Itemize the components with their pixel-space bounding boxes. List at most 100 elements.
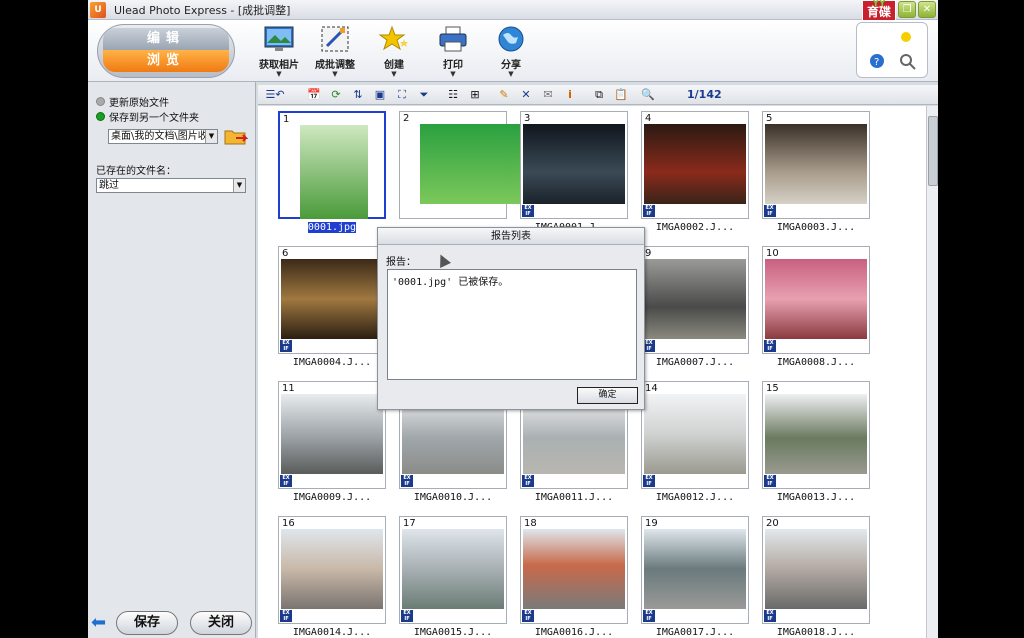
photo-thumbnail[interactable]: 17 EX IF: [399, 516, 507, 624]
close-icon[interactable]: ✕: [918, 1, 936, 18]
update-original-option[interactable]: 更新原始文件: [96, 94, 169, 109]
chevron-down-icon: ▼: [332, 70, 338, 78]
thumbnail-caption[interactable]: IMGA0004.J...: [272, 357, 392, 368]
thumbnail-caption[interactable]: IMGA0002.J...: [635, 222, 755, 233]
scrollbar-thumb[interactable]: [928, 116, 938, 186]
thumbnail-caption[interactable]: 0001.jpg: [272, 222, 392, 233]
photo-thumbnail[interactable]: 16 EX IF: [278, 516, 386, 624]
paste-icon[interactable]: 📋: [613, 88, 629, 102]
get-photos-button[interactable]: 获取相片 ▼: [252, 24, 306, 78]
photo-image: [765, 529, 867, 609]
thumbnail-caption[interactable]: IMGA0012.J...: [635, 492, 755, 503]
radio-selected-icon[interactable]: [96, 112, 105, 121]
thumbnail-caption[interactable]: IMGA0014.J...: [272, 627, 392, 638]
ok-button[interactable]: 确定: [577, 387, 638, 404]
close-button[interactable]: 关闭: [190, 611, 252, 635]
photo-thumbnail[interactable]: 18 EX IF: [520, 516, 628, 624]
delete-icon[interactable]: ✕: [518, 88, 534, 102]
refresh-icon[interactable]: ⟳: [328, 88, 344, 102]
photo-thumbnail[interactable]: 9 EX IF: [641, 246, 749, 354]
photo-image: [281, 529, 383, 609]
fit-icon[interactable]: ⛶: [394, 88, 410, 102]
photo-thumbnail[interactable]: 14 EX IF: [641, 381, 749, 489]
photo-thumbnail[interactable]: 10 EX IF: [762, 246, 870, 354]
thumbnail-caption[interactable]: IMGA0008.J...: [756, 357, 876, 368]
batch-adjust-label: 成批调整: [315, 60, 355, 71]
exif-badge-icon: EX IF: [643, 475, 655, 487]
chevron-down-icon: ▼: [508, 70, 514, 78]
photo-image: [644, 529, 746, 609]
thumbnail-number: 14: [645, 383, 658, 394]
folder-browse-icon[interactable]: [224, 126, 249, 148]
thumbnail-caption[interactable]: IMGA0011.J...: [514, 492, 634, 503]
restore-icon[interactable]: ❐: [898, 1, 916, 18]
exif-badge-icon: EX IF: [764, 205, 776, 217]
thumbnail-number: 4: [645, 113, 652, 124]
back-arrow-icon[interactable]: ⬅: [91, 614, 113, 632]
info-icon[interactable]: i: [562, 88, 578, 102]
thumbnail-caption-text: IMGA0010.J...: [413, 492, 493, 503]
star-icon: [378, 24, 410, 54]
photo-image: [644, 259, 746, 339]
photo-thumbnail[interactable]: 20 EX IF: [762, 516, 870, 624]
thumbnail-caption[interactable]: IMGA0018.J...: [756, 627, 876, 638]
mail-icon[interactable]: ✉: [540, 88, 556, 102]
app-icon[interactable]: U: [90, 1, 106, 18]
grid-view-icon[interactable]: ⊞: [467, 88, 483, 102]
thumbnail-number: 20: [766, 518, 779, 529]
photo-image: [402, 529, 504, 609]
filter-icon[interactable]: ⏷: [416, 88, 432, 102]
list-view-icon[interactable]: ☷: [445, 88, 461, 102]
thumbnail-caption[interactable]: IMGA0013.J...: [756, 492, 876, 503]
calendar-icon[interactable]: 📅: [306, 88, 322, 102]
photo-thumbnail[interactable]: 3 EX IF: [520, 111, 628, 219]
chevron-down-icon[interactable]: ▼: [233, 179, 245, 192]
photo-thumbnail[interactable]: 11 EX IF: [278, 381, 386, 489]
report-textarea[interactable]: '0001.jpg' 已被保存。: [387, 269, 637, 380]
thumbnail-caption[interactable]: IMGA0003.J...: [756, 222, 876, 233]
chevron-down-icon: ▼: [276, 70, 282, 78]
sort-icon[interactable]: ⇅: [350, 88, 366, 102]
existing-filename-select[interactable]: 跳过 ▼: [96, 178, 246, 193]
thumbnail-caption[interactable]: IMGA0009.J...: [272, 492, 392, 503]
save-button[interactable]: 保存: [116, 611, 178, 635]
radio-unselected-icon[interactable]: [96, 97, 105, 106]
thumbnail-caption-text: IMGA0016.J...: [534, 627, 614, 638]
create-button[interactable]: 创建 ▼: [367, 24, 421, 78]
print-button[interactable]: 打印 ▼: [426, 24, 480, 78]
photo-thumbnail[interactable]: 15 EX IF: [762, 381, 870, 489]
thumbnail-caption-text: IMGA0013.J...: [776, 492, 856, 503]
photo-thumbnail[interactable]: 5 EX IF: [762, 111, 870, 219]
copy-icon[interactable]: ⧉: [591, 88, 607, 102]
photo-thumbnail[interactable]: 2: [399, 111, 522, 219]
pencil-icon[interactable]: ✎: [496, 88, 512, 102]
zoom-view-icon[interactable]: 🔍: [640, 88, 656, 102]
select-all-icon[interactable]: ☰↶: [261, 88, 289, 102]
photo-image: [300, 125, 368, 219]
save-to-folder-option[interactable]: 保存到另一个文件夹: [96, 109, 199, 124]
main-toolbar: 编辑 浏览 获取相片 ▼ 成批调整 ▼ 创建 ▼ 打印 ▼ 分享 ▼ ?: [88, 20, 938, 82]
share-button[interactable]: 分享 ▼: [484, 24, 538, 78]
thumbnail-caption[interactable]: IMGA0007.J...: [635, 357, 755, 368]
batch-adjust-button[interactable]: 成批调整 ▼: [308, 24, 362, 78]
thumbnail-caption[interactable]: IMGA0015.J...: [393, 627, 513, 638]
mode-edit-button[interactable]: 编辑: [103, 28, 229, 50]
thumbnail-caption-text: IMGA0008.J...: [776, 357, 856, 368]
thumbnail-size-icon[interactable]: ▣: [372, 88, 388, 102]
mode-browse-button[interactable]: 浏览: [103, 50, 229, 72]
vertical-scrollbar[interactable]: [926, 106, 938, 638]
save-to-folder-label: 保存到另一个文件夹: [109, 113, 199, 124]
photo-image: [644, 394, 746, 474]
photo-thumbnail[interactable]: 6 EX IF: [278, 246, 386, 354]
photo-image: [420, 124, 522, 204]
folder-path-select[interactable]: 桌面\我的文档\图片收 ▼: [108, 129, 218, 144]
photo-thumbnail[interactable]: 19 EX IF: [641, 516, 749, 624]
photo-thumbnail[interactable]: 1: [278, 111, 386, 219]
thumbnail-caption[interactable]: IMGA0017.J...: [635, 627, 755, 638]
photo-thumbnail[interactable]: 4 EX IF: [641, 111, 749, 219]
update-original-label: 更新原始文件: [109, 98, 169, 109]
thumbnail-caption[interactable]: IMGA0010.J...: [393, 492, 513, 503]
thumbnail-caption[interactable]: IMGA0016.J...: [514, 627, 634, 638]
thumbnail-number: 11: [282, 383, 295, 394]
chevron-down-icon[interactable]: ▼: [205, 130, 217, 143]
